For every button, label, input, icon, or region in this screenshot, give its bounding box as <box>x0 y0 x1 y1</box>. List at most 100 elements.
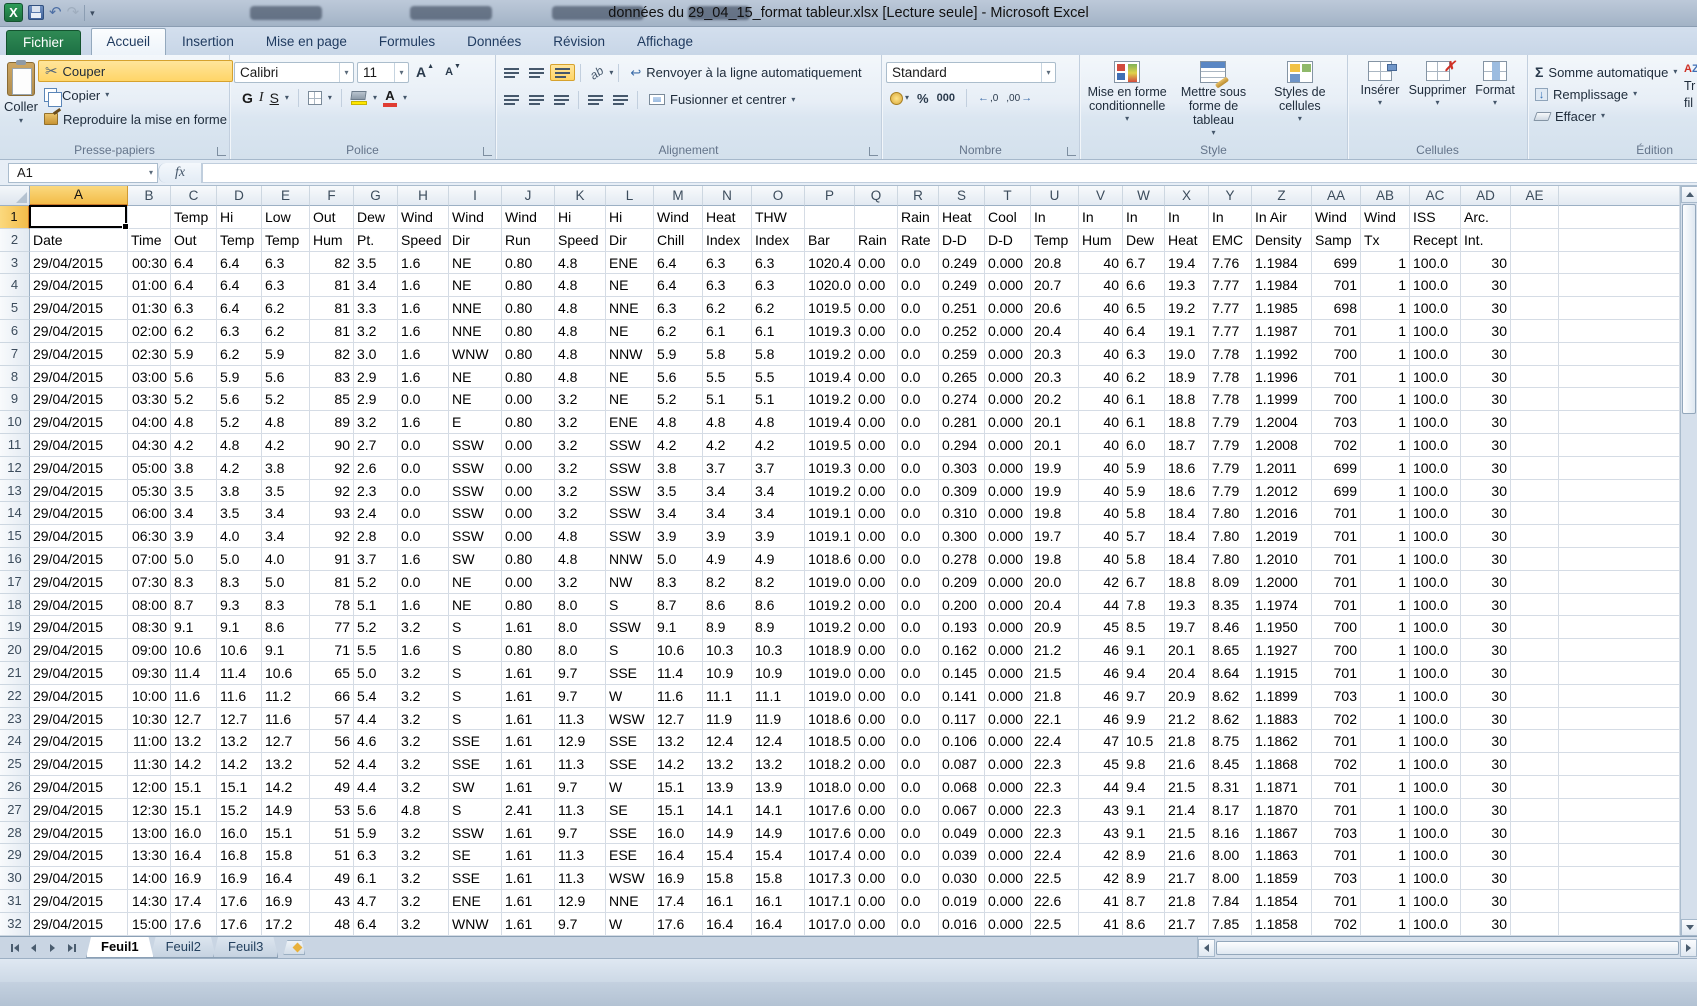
tab-données[interactable]: Données <box>451 28 537 55</box>
cell-AC2[interactable]: Recept <box>1410 229 1461 252</box>
cell-AA13[interactable]: 699 <box>1312 480 1361 503</box>
cell-V29[interactable]: 42 <box>1079 844 1123 867</box>
cell-Q5[interactable]: 0.00 <box>855 297 898 320</box>
cell-D30[interactable]: 16.9 <box>217 867 262 890</box>
cell-AA27[interactable]: 701 <box>1312 799 1361 822</box>
cell-F11[interactable]: 90 <box>310 434 354 457</box>
cell-AF9[interactable] <box>1559 388 1680 411</box>
cell-R32[interactable]: 0.0 <box>898 913 939 936</box>
underline-button[interactable]: S <box>270 90 279 106</box>
cell-Z31[interactable]: 1.1854 <box>1252 890 1312 913</box>
cell-T26[interactable]: 0.000 <box>985 776 1031 799</box>
cell-K6[interactable]: 4.8 <box>555 320 606 343</box>
cell-N26[interactable]: 13.9 <box>703 776 752 799</box>
cell-L18[interactable]: S <box>606 594 654 617</box>
cell-X32[interactable]: 21.7 <box>1165 913 1209 936</box>
cell-T29[interactable]: 0.000 <box>985 844 1031 867</box>
cell-Z29[interactable]: 1.1863 <box>1252 844 1312 867</box>
cell-D26[interactable]: 15.1 <box>217 776 262 799</box>
cell-M27[interactable]: 15.1 <box>654 799 703 822</box>
cell-G11[interactable]: 2.7 <box>354 434 398 457</box>
col-header-Y[interactable]: Y <box>1209 186 1252 206</box>
align-center-button[interactable] <box>525 92 548 107</box>
cell-K29[interactable]: 11.3 <box>555 844 606 867</box>
cell-H27[interactable]: 4.8 <box>398 799 449 822</box>
cell-W24[interactable]: 10.5 <box>1123 730 1165 753</box>
cell-S31[interactable]: 0.019 <box>939 890 985 913</box>
row-header-31[interactable]: 31 <box>0 890 30 913</box>
cell-F18[interactable]: 78 <box>310 594 354 617</box>
cell-H32[interactable]: 3.2 <box>398 913 449 936</box>
cell-AD24[interactable]: 30 <box>1461 730 1511 753</box>
cell-C23[interactable]: 12.7 <box>171 708 217 731</box>
font-color-button[interactable]: A <box>383 90 397 107</box>
cell-AB8[interactable]: 1 <box>1361 366 1410 389</box>
cell-F4[interactable]: 81 <box>310 274 354 297</box>
cell-Z4[interactable]: 1.1984 <box>1252 274 1312 297</box>
cell-I25[interactable]: SSE <box>449 753 502 776</box>
cell-W12[interactable]: 5.9 <box>1123 457 1165 480</box>
cell-Y31[interactable]: 7.84 <box>1209 890 1252 913</box>
cell-K16[interactable]: 4.8 <box>555 548 606 571</box>
cell-U7[interactable]: 20.3 <box>1031 343 1079 366</box>
cell-U3[interactable]: 20.8 <box>1031 252 1079 275</box>
cell-O31[interactable]: 16.1 <box>752 890 805 913</box>
cell-R16[interactable]: 0.0 <box>898 548 939 571</box>
cell-C21[interactable]: 11.4 <box>171 662 217 685</box>
cell-O15[interactable]: 3.9 <box>752 525 805 548</box>
cell-Z12[interactable]: 1.2011 <box>1252 457 1312 480</box>
cell-B23[interactable]: 10:30 <box>128 708 171 731</box>
cell-R17[interactable]: 0.0 <box>898 571 939 594</box>
cell-K19[interactable]: 8.0 <box>555 616 606 639</box>
col-header-W[interactable]: W <box>1123 186 1165 206</box>
cell-S11[interactable]: 0.294 <box>939 434 985 457</box>
cell-AD14[interactable]: 30 <box>1461 502 1511 525</box>
cell-Y11[interactable]: 7.79 <box>1209 434 1252 457</box>
cell-L26[interactable]: W <box>606 776 654 799</box>
row-header-32[interactable]: 32 <box>0 913 30 936</box>
cell-V24[interactable]: 47 <box>1079 730 1123 753</box>
row-header-4[interactable]: 4 <box>0 274 30 297</box>
cell-H26[interactable]: 3.2 <box>398 776 449 799</box>
cell-Z9[interactable]: 1.1999 <box>1252 388 1312 411</box>
row-header-10[interactable]: 10 <box>0 411 30 434</box>
cell-O19[interactable]: 8.9 <box>752 616 805 639</box>
cell-AA6[interactable]: 701 <box>1312 320 1361 343</box>
cell-W28[interactable]: 9.1 <box>1123 822 1165 845</box>
cell-X22[interactable]: 20.9 <box>1165 685 1209 708</box>
cell-L8[interactable]: NE <box>606 366 654 389</box>
cell-I21[interactable]: S <box>449 662 502 685</box>
cell-A10[interactable]: 29/04/2015 <box>30 411 128 434</box>
cell-A30[interactable]: 29/04/2015 <box>30 867 128 890</box>
cell-I15[interactable]: SSW <box>449 525 502 548</box>
cell-B12[interactable]: 05:00 <box>128 457 171 480</box>
cell-AC18[interactable]: 100.0 <box>1410 594 1461 617</box>
cell-I22[interactable]: S <box>449 685 502 708</box>
cell-E32[interactable]: 17.2 <box>262 913 310 936</box>
cell-Q8[interactable]: 0.00 <box>855 366 898 389</box>
cell-J22[interactable]: 1.61 <box>502 685 555 708</box>
cell-U23[interactable]: 22.1 <box>1031 708 1079 731</box>
cell-B21[interactable]: 09:30 <box>128 662 171 685</box>
cell-U1[interactable]: In <box>1031 206 1079 229</box>
cell-X23[interactable]: 21.2 <box>1165 708 1209 731</box>
cell-O1[interactable]: THW <box>752 206 805 229</box>
cell-L1[interactable]: Hi <box>606 206 654 229</box>
cell-Y30[interactable]: 8.00 <box>1209 867 1252 890</box>
row-header-22[interactable]: 22 <box>0 685 30 708</box>
cell-AE30[interactable] <box>1511 867 1559 890</box>
cell-E12[interactable]: 3.8 <box>262 457 310 480</box>
cell-AD8[interactable]: 30 <box>1461 366 1511 389</box>
cell-B9[interactable]: 03:30 <box>128 388 171 411</box>
cell-P30[interactable]: 1017.3 <box>805 867 855 890</box>
cell-M30[interactable]: 16.9 <box>654 867 703 890</box>
cell-X14[interactable]: 18.4 <box>1165 502 1209 525</box>
cell-S14[interactable]: 0.310 <box>939 502 985 525</box>
merge-center-button[interactable]: Fusionner et centrer ▾ <box>643 89 801 111</box>
cell-N18[interactable]: 8.6 <box>703 594 752 617</box>
cell-E19[interactable]: 8.6 <box>262 616 310 639</box>
cell-AB7[interactable]: 1 <box>1361 343 1410 366</box>
cell-AC22[interactable]: 100.0 <box>1410 685 1461 708</box>
cell-AF4[interactable] <box>1559 274 1680 297</box>
cell-P26[interactable]: 1018.0 <box>805 776 855 799</box>
